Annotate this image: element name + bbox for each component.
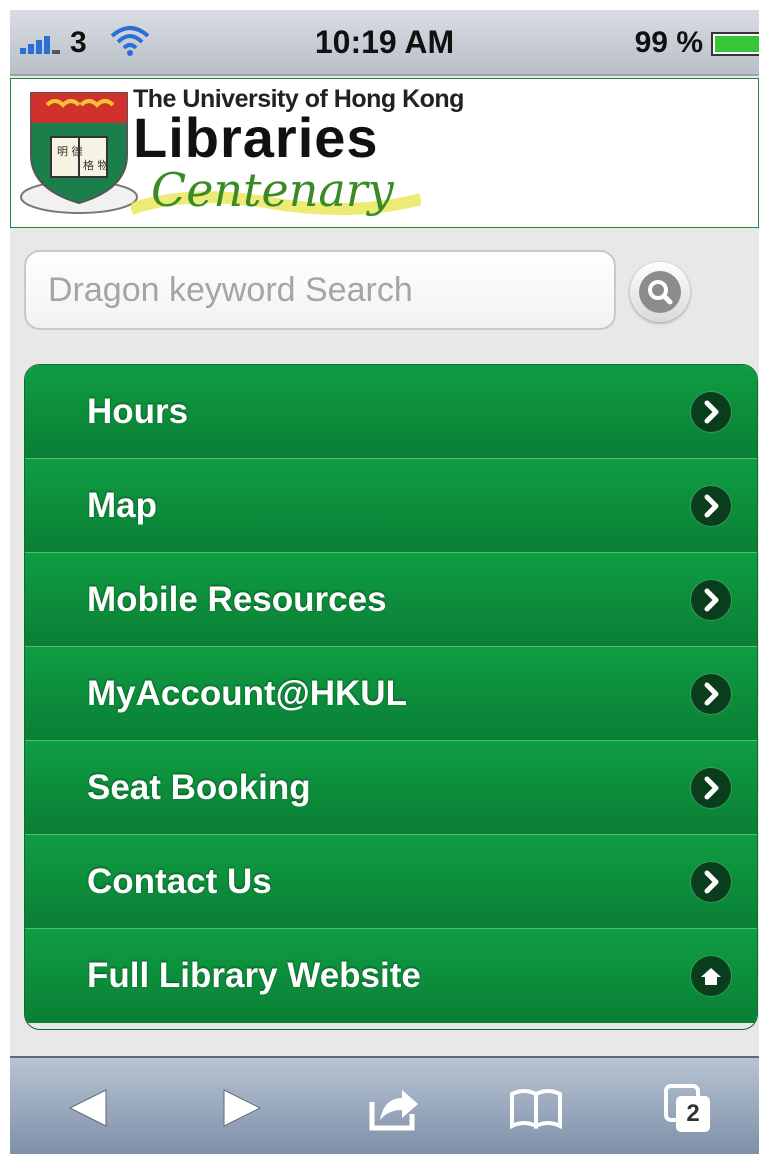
logo-libraries: Libraries [133, 106, 379, 169]
svg-text:格 物: 格 物 [83, 158, 109, 172]
menu-item-label: Map [87, 486, 157, 525]
logo-centenary: Centenary [151, 163, 394, 217]
menu-item-label: Hours [87, 392, 189, 431]
menu-item-myaccount[interactable]: MyAccount@HKUL [25, 647, 757, 741]
site-header[interactable]: 明 德 格 物 The University of Hong Kong Libr… [10, 78, 759, 228]
back-icon[interactable] [60, 1080, 120, 1136]
share-icon[interactable] [364, 1080, 424, 1136]
menu-item-seat-booking[interactable]: Seat Booking [25, 741, 757, 835]
menu-item-label: Full Library Website [87, 956, 421, 995]
menu-item-hours[interactable]: Hours [25, 365, 757, 459]
bookmarks-icon[interactable] [506, 1080, 566, 1136]
chevron-right-icon [691, 862, 731, 902]
tabs-count: 2 [686, 1100, 700, 1127]
browser-toolbar: 2 [10, 1056, 759, 1154]
menu-item-map[interactable]: Map [25, 459, 757, 553]
chevron-right-icon [691, 392, 731, 432]
main-menu: Hours Map Mobile Resources MyAccount@HKU… [24, 364, 758, 1030]
forward-icon[interactable] [210, 1080, 270, 1136]
menu-item-label: Contact Us [87, 862, 272, 901]
hku-crest-logo: 明 德 格 物 [20, 92, 138, 214]
menu-item-contact-us[interactable]: Contact Us [25, 835, 757, 929]
battery-percent: 99 % [634, 26, 703, 59]
svg-text:明 德: 明 德 [57, 144, 83, 158]
search-button[interactable] [630, 262, 690, 322]
chevron-right-icon [691, 486, 731, 526]
tabs-button[interactable]: 2 [658, 1080, 718, 1136]
menu-item-label: Mobile Resources [87, 580, 387, 619]
menu-item-label: Seat Booking [87, 768, 311, 807]
battery-icon [711, 32, 759, 56]
menu-item-label: MyAccount@HKUL [87, 674, 407, 713]
browser-frame: 3 10:19 AM 99 % 明 德 格 物 The University o… [10, 10, 759, 1154]
chevron-right-icon [691, 768, 731, 808]
home-icon [691, 956, 731, 996]
menu-item-mobile-resources[interactable]: Mobile Resources [25, 553, 757, 647]
search-input[interactable] [24, 250, 616, 330]
chevron-right-icon [691, 674, 731, 714]
menu-item-full-library-website[interactable]: Full Library Website [25, 929, 757, 1023]
search-icon [639, 271, 681, 313]
chevron-right-icon [691, 580, 731, 620]
status-bar: 3 10:19 AM 99 % [10, 10, 759, 76]
